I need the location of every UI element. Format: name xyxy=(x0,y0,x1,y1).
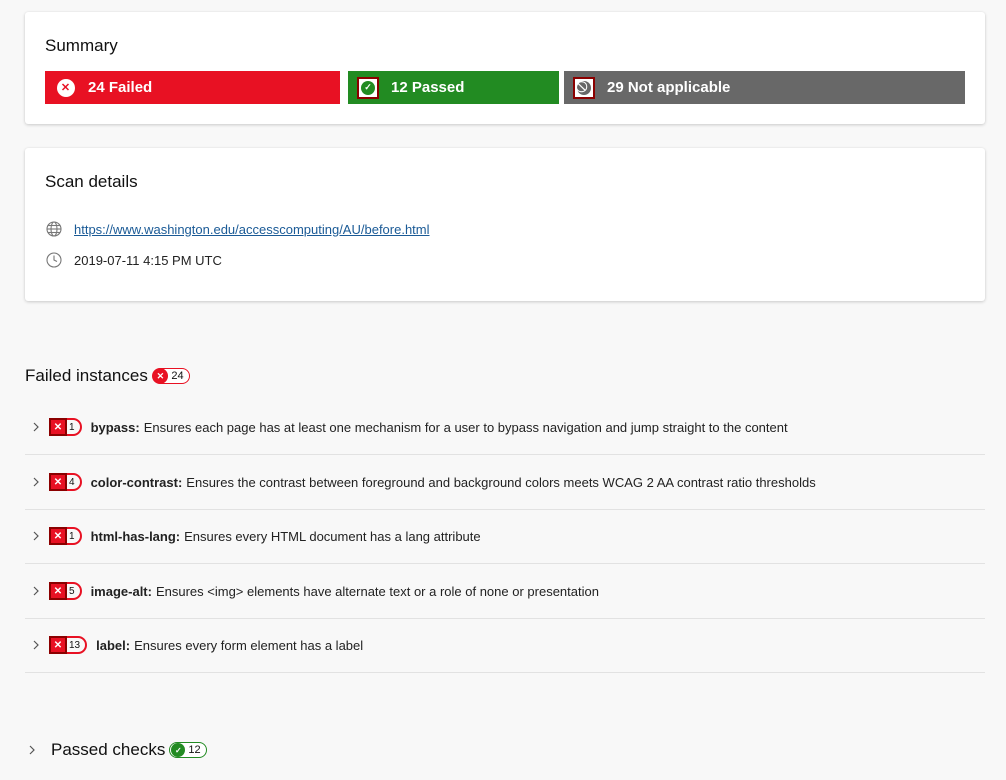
failed-x-icon: ✕ xyxy=(49,636,67,654)
not-applicable-summary-bar: ⃠ 29 Not applicable xyxy=(564,71,965,104)
rule-count-badge: ✕ 1 xyxy=(49,418,82,436)
chevron-right-icon[interactable] xyxy=(27,744,41,756)
scan-details-card: Scan details https://www.washington.edu/… xyxy=(25,148,985,301)
failed-summary-bar: ✕ 24 Failed xyxy=(45,71,340,104)
chevron-right-icon[interactable] xyxy=(31,639,45,651)
failed-instances-title: Failed instances xyxy=(25,366,148,385)
failed-x-icon: ✕ xyxy=(49,527,67,545)
failed-count-label: 24 Failed xyxy=(88,79,153,96)
rule-row-html-has-lang[interactable]: ✕ 1 html-has-lang: Ensures every HTML doc… xyxy=(25,509,985,564)
failed-x-icon: ✕ xyxy=(54,77,76,99)
failed-x-icon: ✕ xyxy=(49,473,67,491)
scan-url-row: https://www.washington.edu/accesscomputi… xyxy=(45,220,430,238)
failed-instances-count-badge: ✕ 24 xyxy=(152,368,190,384)
rule-description: Ensures each page has at least one mecha… xyxy=(143,419,788,435)
chevron-right-icon[interactable] xyxy=(31,476,45,488)
rule-row-label[interactable]: ✕ 13 label: Ensures every form element ha… xyxy=(25,618,985,673)
summary-title: Summary xyxy=(45,36,118,55)
rule-description: Ensures every HTML document has a lang a… xyxy=(184,528,481,544)
globe-icon xyxy=(46,221,62,237)
failed-x-icon: ✕ xyxy=(49,418,67,436)
passed-checks-title: Passed checks xyxy=(51,740,166,759)
scan-timestamp: 2019-07-11 4:15 PM UTC xyxy=(74,252,222,268)
failed-instances-count: 24 xyxy=(171,370,184,382)
chevron-right-icon[interactable] xyxy=(31,530,45,542)
rule-count-badge: ✕ 13 xyxy=(49,636,88,654)
scan-url-link[interactable]: https://www.washington.edu/accesscomputi… xyxy=(74,222,430,237)
passed-check-icon: ✓ xyxy=(357,76,379,99)
scan-details-title: Scan details xyxy=(45,172,138,191)
rule-name: bypass: xyxy=(90,419,140,435)
passed-checks-heading[interactable]: Passed checks ✓ 12 xyxy=(25,740,207,760)
rule-count-badge: ✕ 4 xyxy=(49,473,82,491)
passed-checks-count: 12 xyxy=(188,744,201,756)
rule-description: Ensures <img> elements have alternate te… xyxy=(155,583,599,599)
rule-name: color-contrast: xyxy=(90,474,183,490)
rule-row-color-contrast[interactable]: ✕ 4 color-contrast: Ensures the contrast … xyxy=(25,455,985,510)
passed-check-icon: ✓ xyxy=(171,743,186,757)
failed-x-icon: ✕ xyxy=(152,368,169,384)
not-applicable-count-label: 29 Not applicable xyxy=(607,79,731,96)
rule-description: Ensures the contrast between foreground … xyxy=(186,474,816,490)
rule-row-image-alt[interactable]: ✕ 5 image-alt: Ensures <img> elements hav… xyxy=(25,564,985,619)
clock-icon xyxy=(46,252,62,268)
scan-time-row: 2019-07-11 4:15 PM UTC xyxy=(45,251,222,269)
passed-count-label: 12 Passed xyxy=(391,79,465,96)
rule-description: Ensures every form element has a label xyxy=(134,637,364,653)
rule-name: image-alt: xyxy=(90,583,152,599)
rule-count-badge: ✕ 5 xyxy=(49,582,82,600)
rule-name: label: xyxy=(96,637,131,653)
failed-instances-heading: Failed instances ✕ 24 xyxy=(25,366,190,386)
summary-card: Summary ✕ 24 Failed ✓ 12 Passed ⃠ 29 Not… xyxy=(25,12,985,124)
chevron-right-icon[interactable] xyxy=(31,421,45,433)
rule-count-badge: ✕ 1 xyxy=(49,527,82,545)
passed-summary-bar: ✓ 12 Passed xyxy=(348,71,559,104)
not-applicable-icon: ⃠ xyxy=(573,76,595,99)
rule-row-bypass[interactable]: ✕ 1 bypass: Ensures each page has at leas… xyxy=(25,400,985,455)
chevron-right-icon[interactable] xyxy=(31,585,45,597)
passed-checks-count-badge: ✓ 12 xyxy=(169,742,207,758)
failed-x-icon: ✕ xyxy=(49,582,67,600)
rule-name: html-has-lang: xyxy=(90,528,181,544)
